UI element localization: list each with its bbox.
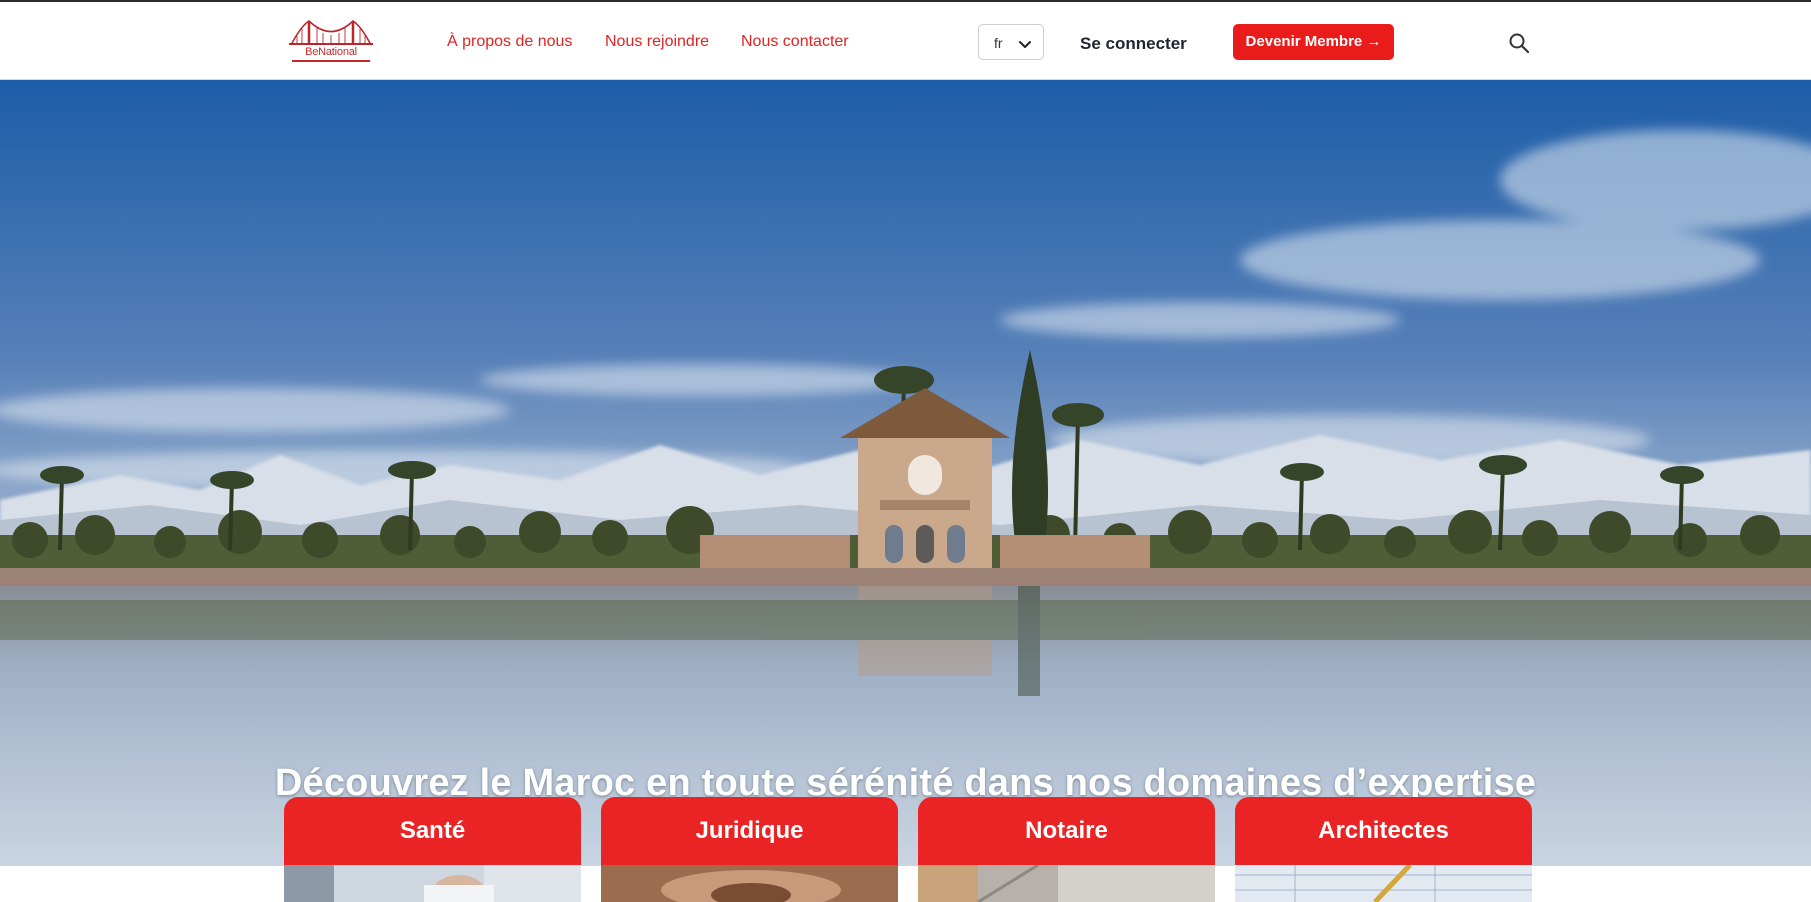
nav-link-join[interactable]: Nous rejoindre [605,33,709,51]
card-image-notaire [918,865,1215,902]
language-value: fr [994,35,1003,51]
logo-text: BeNational [289,46,373,58]
card-architectes[interactable]: Architectes [1235,797,1532,902]
card-juridique[interactable]: Juridique [601,797,898,902]
bridge-logo-icon [289,19,373,46]
card-label-sante: Santé [284,797,581,865]
login-link[interactable]: Se connecter [1080,34,1187,54]
card-label-architectes: Architectes [1235,797,1532,865]
nav-link-contact[interactable]: Nous contacter [741,33,849,51]
card-image-juridique [601,865,898,902]
become-member-button[interactable]: Devenir Membre → [1233,24,1394,60]
search-icon[interactable] [1508,32,1530,54]
card-label-notaire: Notaire [918,797,1215,865]
hero-banner: Découvrez le Maroc en toute sérénité dan… [0,80,1811,866]
card-image-architectes [1235,865,1532,902]
chevron-down-icon [1019,41,1031,48]
hero-title: Découvrez le Maroc en toute sérénité dan… [274,762,1537,804]
logo-prefix: Be [305,46,319,58]
page-bottom [0,866,1811,902]
card-label-juridique: Juridique [601,797,898,865]
language-select[interactable]: fr [978,24,1044,60]
card-image-sante [284,865,581,902]
card-notaire[interactable]: Notaire [918,797,1215,902]
logo-underline [292,60,370,62]
benational-logo[interactable]: BeNational [289,18,373,66]
navbar: BeNational À propos de nous Nous rejoind… [0,2,1811,80]
hero-image [0,80,1811,866]
card-sante[interactable]: Santé [284,797,581,902]
logo-suffix: National [318,46,357,58]
nav-link-about[interactable]: À propos de nous [447,33,572,51]
